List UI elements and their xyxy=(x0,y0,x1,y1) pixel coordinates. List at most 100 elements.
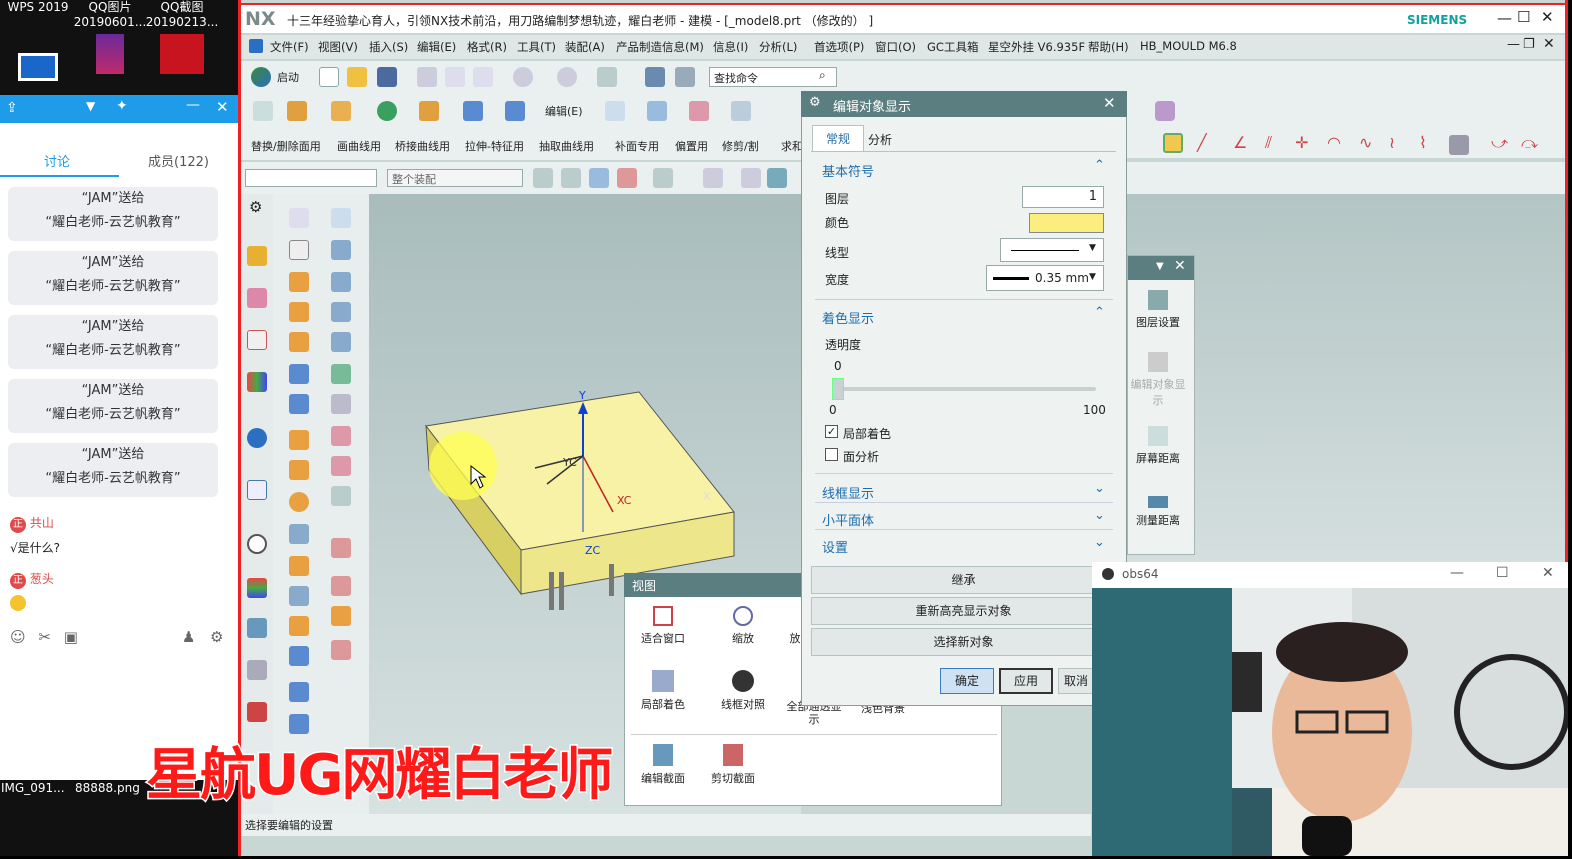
section-facet-body[interactable]: 小平面体 xyxy=(822,510,874,529)
menu-view[interactable]: 视图(V) xyxy=(318,39,358,55)
menu-pmi[interactable]: 产品制造信息(M) xyxy=(616,39,704,55)
menu-tools[interactable]: 工具(T) xyxy=(517,39,556,55)
sketch-icon[interactable] xyxy=(253,101,273,121)
menu-insert[interactable]: 插入(S) xyxy=(369,39,408,55)
paste-icon[interactable] xyxy=(473,67,493,87)
history-icon[interactable] xyxy=(247,534,267,554)
rehighlight-button[interactable]: 重新高亮显示对象 xyxy=(811,597,1116,625)
tool-trim[interactable]: 修剪/割 xyxy=(722,138,759,154)
cancel-button[interactable]: 取消 xyxy=(1058,668,1094,694)
inherit-button[interactable]: 继承 xyxy=(811,566,1116,594)
wireframe-compare-button[interactable]: 线框对照 xyxy=(715,670,771,712)
file-label[interactable]: 88888.png xyxy=(75,781,140,795)
edit-menu[interactable]: 编辑(E) xyxy=(545,103,583,119)
menu-help[interactable]: 帮助(H) xyxy=(1088,39,1129,55)
scissors-icon[interactable]: ✂ xyxy=(38,628,51,646)
screen-distance-button[interactable]: 屏幕距离 xyxy=(1128,426,1188,466)
desktop-icon-qq-screenshot[interactable]: QQ截图 20190213... xyxy=(144,0,220,74)
line-icon[interactable]: ╱ xyxy=(1197,133,1207,152)
menu-window[interactable]: 窗口(O) xyxy=(875,39,916,55)
edit-section-button[interactable]: 编辑截面 xyxy=(635,744,691,786)
feature-icon[interactable] xyxy=(331,101,351,121)
offset-body-icon[interactable] xyxy=(289,646,309,666)
cube-icon[interactable] xyxy=(589,168,609,188)
type-filter-select[interactable] xyxy=(245,169,377,187)
close-icon[interactable]: ✕ xyxy=(216,98,229,116)
section-settings[interactable]: 设置 xyxy=(822,537,848,556)
select-icon[interactable] xyxy=(561,168,581,188)
search-input[interactable]: 查找命令 xyxy=(709,67,837,87)
menu-analysis[interactable]: 分析(L) xyxy=(759,39,797,55)
chevron-down-icon[interactable]: ▼ xyxy=(1089,272,1096,282)
clip-section-button[interactable]: 剪切截面 xyxy=(705,744,761,786)
local-shading-checkbox[interactable]: ✓ xyxy=(825,425,838,438)
tool-patch-surface[interactable]: 补面专用 xyxy=(615,138,659,154)
boolean-icon[interactable] xyxy=(419,101,439,121)
chat-username[interactable]: 葱头 xyxy=(30,572,54,586)
robot-icon[interactable] xyxy=(247,660,267,680)
fit-window-button[interactable]: 适合窗口 xyxy=(635,606,691,646)
extrude-solid-icon[interactable] xyxy=(289,302,309,322)
surface-icon[interactable] xyxy=(647,101,667,121)
view-style-icon[interactable] xyxy=(1155,101,1175,121)
linetype-select[interactable]: ▼ xyxy=(1000,238,1104,262)
replace-face-icon[interactable] xyxy=(289,682,309,702)
snap-point-icon[interactable] xyxy=(617,168,637,188)
mesh-icon[interactable] xyxy=(689,101,709,121)
tool-offset[interactable]: 偏置用 xyxy=(675,138,708,154)
menu-hb-mould[interactable]: HB_MOULD M6.8 xyxy=(1140,39,1237,53)
close-icon[interactable]: ✕ xyxy=(1542,565,1554,581)
pattern-icon[interactable] xyxy=(289,430,309,450)
tool-extract-curve[interactable]: 抽取曲线用 xyxy=(539,138,594,154)
layer-input[interactable]: 1 xyxy=(1022,186,1104,208)
move-icon[interactable] xyxy=(653,168,673,188)
menu-gc-toolkit[interactable]: GC工具箱 xyxy=(927,39,978,55)
move-face-icon[interactable] xyxy=(289,460,309,480)
save-icon[interactable] xyxy=(377,67,397,87)
close-icon[interactable]: ✕ xyxy=(1103,94,1116,112)
desktop-icon-qq-image[interactable]: QQ图片 20190601... xyxy=(72,0,148,74)
start-icon[interactable] xyxy=(251,67,271,87)
revolve-icon[interactable] xyxy=(289,332,309,352)
chevron-up-icon[interactable]: ⌃ xyxy=(1094,305,1105,320)
divide-face-icon[interactable] xyxy=(331,640,351,660)
view-cube-icon[interactable] xyxy=(741,168,761,188)
ruled-icon[interactable] xyxy=(331,302,351,322)
undo-icon[interactable] xyxy=(513,67,533,87)
width-select[interactable]: 0.35 mm ▼ xyxy=(986,265,1104,291)
gear-icon[interactable]: ⚙ xyxy=(210,628,223,646)
combine-icon[interactable] xyxy=(289,556,309,576)
measure-distance-button[interactable]: 测量距离 xyxy=(1128,496,1188,528)
rect-icon[interactable] xyxy=(331,208,351,228)
minimize-icon[interactable]: — xyxy=(1497,9,1512,27)
emoji-icon[interactable]: ☺ xyxy=(10,628,26,646)
redo-icon[interactable] xyxy=(557,67,577,87)
close-icon[interactable]: ✕ xyxy=(1543,36,1555,52)
angle-icon[interactable]: ∠ xyxy=(1233,133,1247,152)
zoom-button[interactable]: 缩放 xyxy=(715,606,771,646)
chevron-down-icon[interactable]: ▼ xyxy=(86,99,95,113)
parallel-icon[interactable]: ⫽ xyxy=(1265,133,1272,153)
menu-edit[interactable]: 编辑(E) xyxy=(417,39,456,55)
menu-plugin[interactable]: 星空外挂 V6.935F xyxy=(988,39,1085,55)
blend-icon[interactable] xyxy=(331,606,351,626)
solid-icon[interactable] xyxy=(289,272,309,292)
menu-preferences[interactable]: 首选项(P) xyxy=(814,39,864,55)
tab-members[interactable]: 成员(122) xyxy=(148,151,209,170)
arc-icon[interactable]: ◠ xyxy=(1327,133,1341,152)
section-basic-symbol[interactable]: 基本符号 xyxy=(822,161,874,180)
constraint-icon[interactable] xyxy=(247,330,267,350)
chevron-down-icon[interactable]: ⌄ xyxy=(1094,508,1105,523)
assembly-navigator-icon[interactable] xyxy=(247,288,267,308)
desktop-icon-wps[interactable]: WPS 2019 xyxy=(0,0,76,81)
tool-extrude-feature[interactable]: 拉伸-特征用 xyxy=(465,138,524,154)
edit-display-button[interactable]: 编辑对象显示 xyxy=(1128,352,1188,408)
helix-icon[interactable]: ⤼ xyxy=(1521,133,1538,153)
cut-icon[interactable] xyxy=(417,67,437,87)
face-icon[interactable] xyxy=(505,101,525,121)
gear-icon[interactable]: ⚙ xyxy=(809,95,821,110)
section-shading[interactable]: 着色显示 xyxy=(822,308,874,327)
chevron-down-icon[interactable]: ⌄ xyxy=(1094,535,1105,550)
curve-icon[interactable]: ≀ xyxy=(1389,133,1395,152)
menu-assembly[interactable]: 装配(A) xyxy=(565,39,605,55)
